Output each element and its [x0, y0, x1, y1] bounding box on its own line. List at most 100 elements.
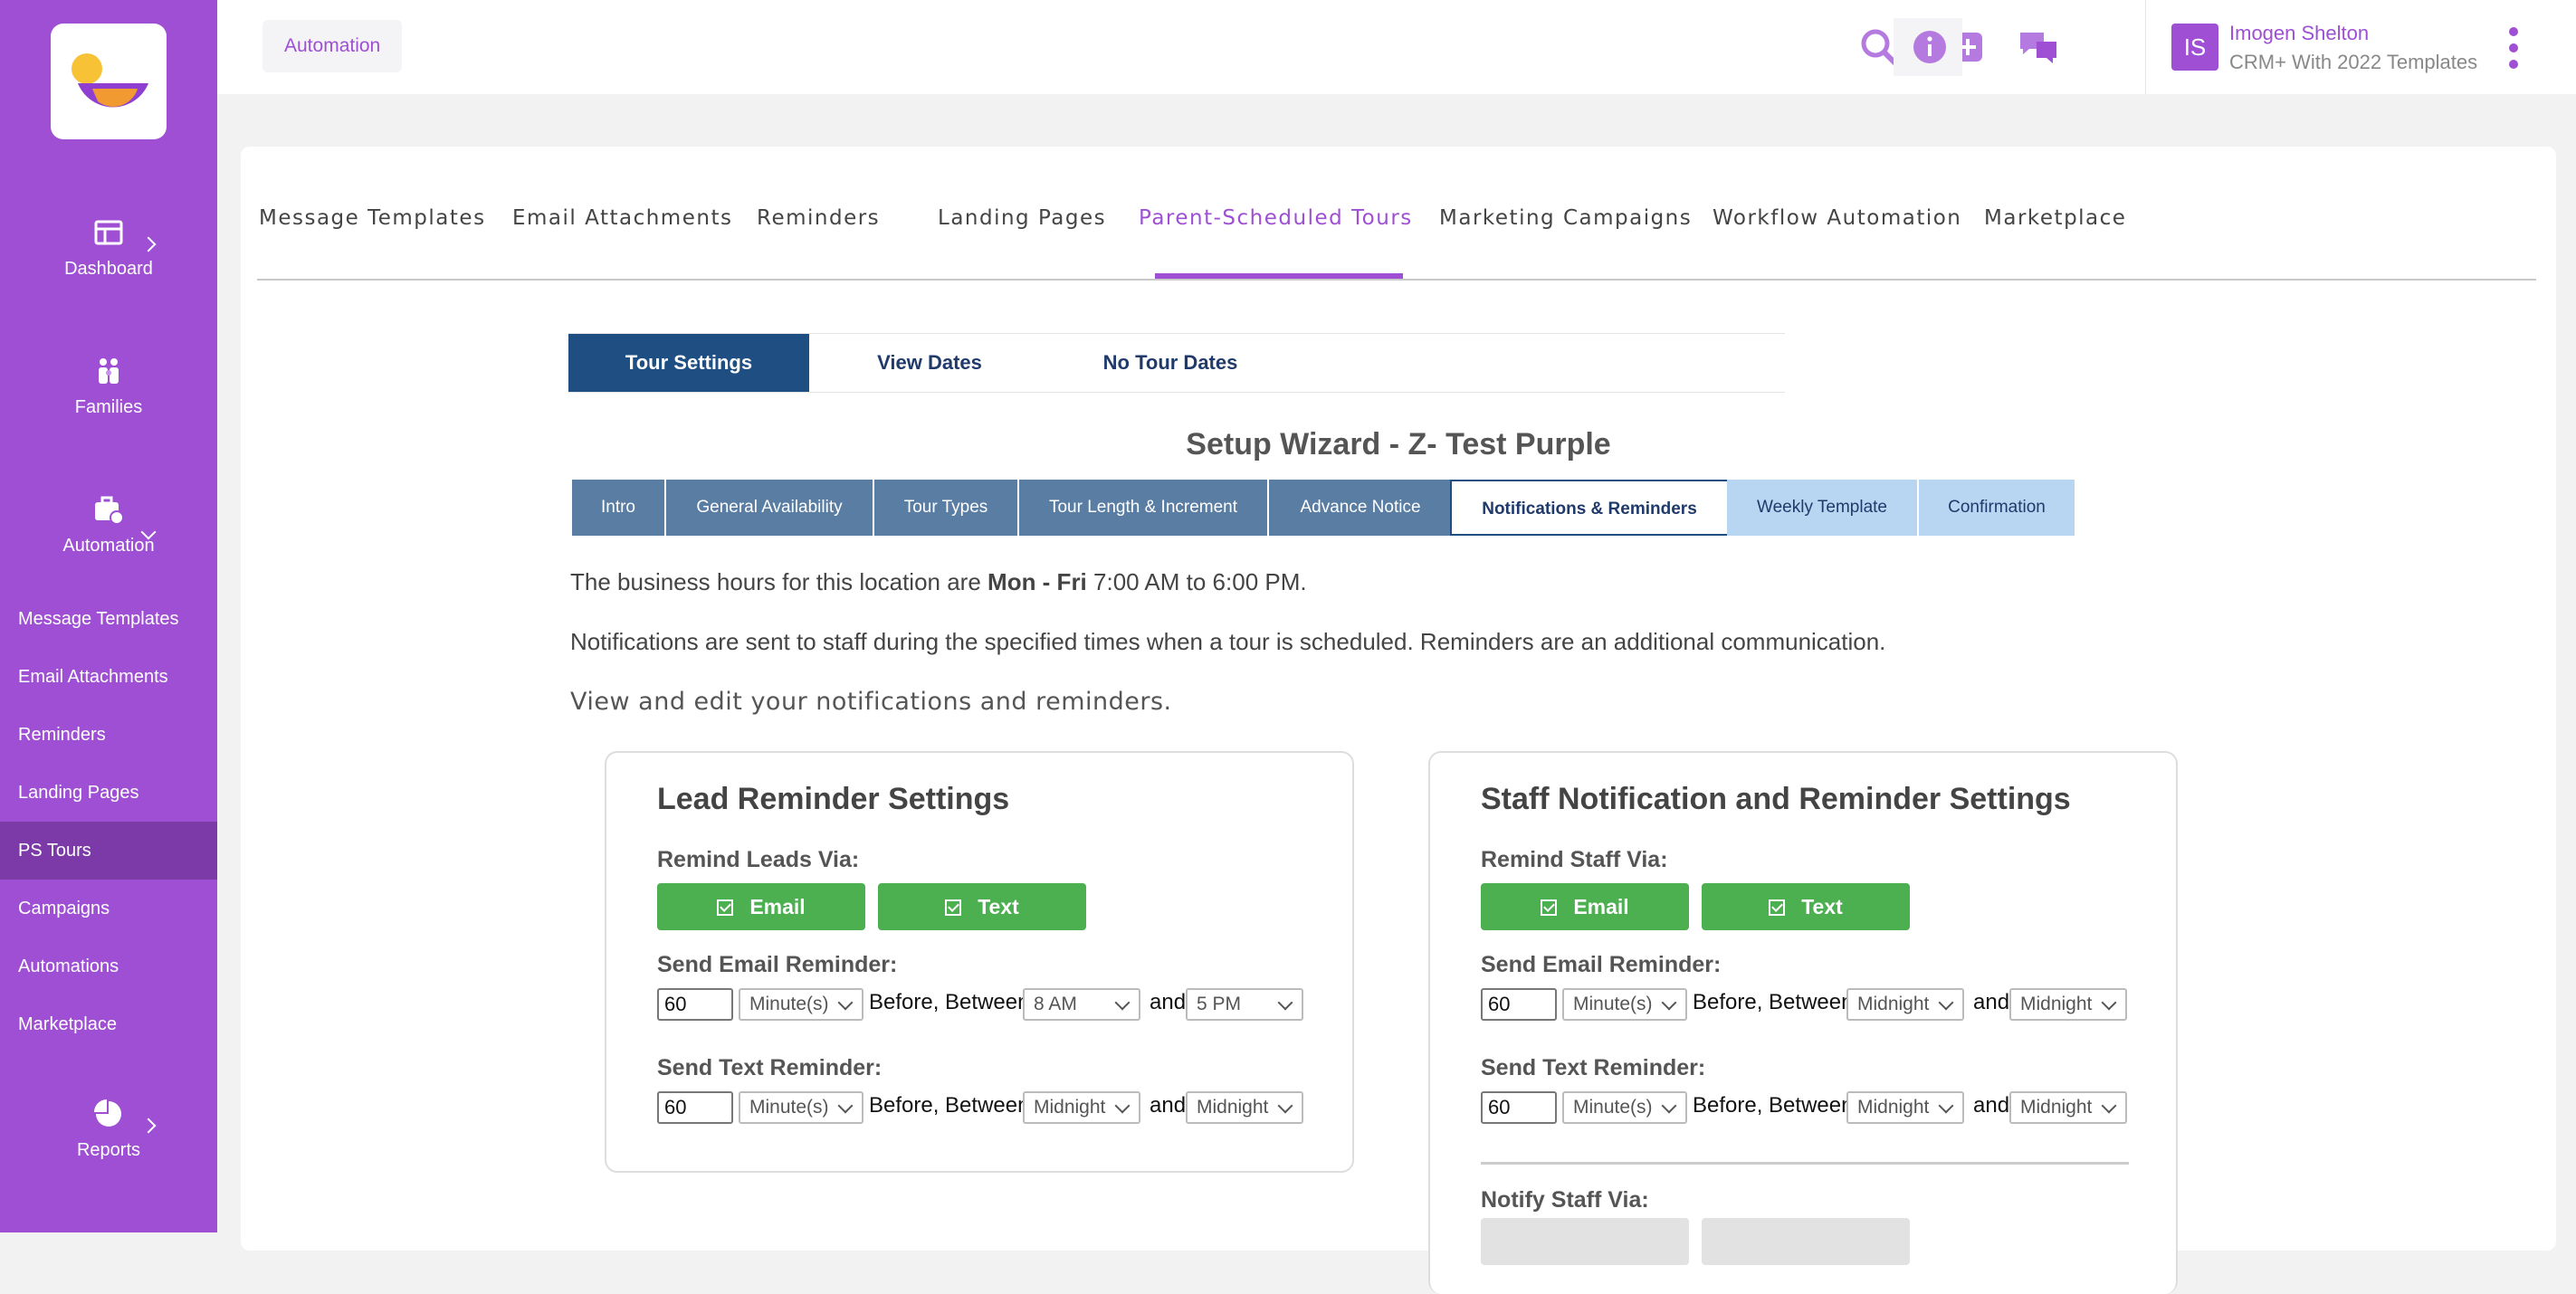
sidebar-item-families[interactable]: Families: [0, 356, 217, 418]
sidebar-item-label: Dashboard: [64, 259, 153, 279]
before-between-text: Before, Between: [1693, 1093, 1854, 1118]
subtab-no-tour-dates[interactable]: No Tour Dates: [1050, 334, 1291, 392]
notify-staff-label: Notify Staff Via:: [1481, 1187, 1649, 1213]
remind-staff-label: Remind Staff Via:: [1481, 847, 1668, 872]
step-notifications-reminders[interactable]: Notifications & Reminders: [1450, 480, 1729, 536]
wizard-title: Setup Wizard - Z- Test Purple: [1186, 427, 1611, 461]
lead-email-unit-select[interactable]: Minute(s): [739, 988, 863, 1021]
sidebar-sub-reminders[interactable]: Reminders: [0, 706, 217, 764]
remind-leads-label: Remind Leads Via:: [657, 847, 860, 872]
divider: [1481, 1162, 2129, 1165]
step-intro[interactable]: Intro: [572, 480, 666, 536]
email-reminder-label: Send Email Reminder:: [657, 952, 898, 977]
lead-text-to-select[interactable]: Midnight: [1186, 1091, 1303, 1124]
sidebar-item-label: Families: [74, 397, 143, 417]
staff-reminder-panel: Staff Notification and Reminder Settings…: [1428, 751, 2178, 1294]
checkbox-icon: [1769, 899, 1786, 916]
sidebar-sub-campaigns[interactable]: Campaigns: [0, 880, 217, 937]
app-logo[interactable]: [51, 24, 167, 139]
staff-email-toggle[interactable]: Email: [1481, 883, 1689, 930]
staff-email-to-select[interactable]: Midnight: [2009, 988, 2127, 1021]
subtab-tour-settings[interactable]: Tour Settings: [568, 334, 809, 392]
tab-parent-scheduled-tours[interactable]: Parent-Scheduled Tours: [1139, 206, 1413, 230]
tab-marketplace[interactable]: Marketplace: [1984, 206, 2126, 230]
intro-text: View and edit your notifications and rem…: [570, 688, 1172, 716]
lead-text-toggle[interactable]: Text: [878, 883, 1086, 930]
lead-email-to-select[interactable]: 5 PM: [1186, 988, 1303, 1021]
staff-email-amount-input[interactable]: 60: [1481, 988, 1557, 1021]
lead-text-amount-input[interactable]: 60: [657, 1091, 733, 1124]
step-confirmation[interactable]: Confirmation: [1919, 480, 2076, 536]
chat-icon[interactable]: [2017, 25, 2060, 69]
reports-icon: [94, 1099, 121, 1127]
notify-email-toggle[interactable]: [1481, 1218, 1689, 1265]
info-icon: [1913, 31, 1946, 63]
sidebar-item-label: Automation: [62, 536, 155, 556]
logo-icon: [72, 53, 148, 108]
main-card: Message Templates Email Attachments Remi…: [241, 147, 2556, 1294]
sidebar: Dashboard Families Automation Message Te…: [0, 0, 217, 1232]
active-tab-indicator: [1155, 273, 1403, 279]
step-advance-notice[interactable]: Advance Notice: [1269, 480, 1454, 536]
sidebar-item-reports[interactable]: Reports: [0, 1099, 217, 1161]
tab-landing-pages[interactable]: Landing Pages: [938, 206, 1106, 230]
text-reminder-label: Send Text Reminder:: [1481, 1055, 1706, 1080]
notify-text-toggle[interactable]: [1702, 1218, 1910, 1265]
sidebar-item-automation[interactable]: Automation: [0, 494, 217, 557]
panel-title: Staff Notification and Reminder Settings: [1481, 782, 2071, 816]
info-button[interactable]: [1894, 18, 1962, 76]
tab-bar: Message Templates Email Attachments Remi…: [257, 147, 2536, 281]
notice-text: Notifications are sent to staff during t…: [570, 628, 1886, 655]
breadcrumb[interactable]: Automation: [262, 20, 403, 72]
step-tour-length[interactable]: Tour Length & Increment: [1019, 480, 1269, 536]
sub-tab-bar: Tour Settings View Dates No Tour Dates: [568, 333, 1785, 393]
sidebar-sub-ps-tours[interactable]: PS Tours: [0, 822, 217, 880]
sidebar-sub-email-attachments[interactable]: Email Attachments: [0, 648, 217, 706]
sidebar-item-label: Reports: [76, 1140, 141, 1160]
lead-reminder-panel: Lead Reminder Settings Remind Leads Via:…: [605, 751, 1354, 1173]
step-general-availability[interactable]: General Availability: [666, 480, 874, 536]
more-options-icon[interactable]: [2507, 27, 2520, 69]
tab-workflow-automation[interactable]: Workflow Automation: [1713, 206, 1961, 230]
email-reminder-label: Send Email Reminder:: [1481, 952, 1722, 977]
user-org: CRM+ With 2022 Templates: [2229, 51, 2478, 73]
staff-text-unit-select[interactable]: Minute(s): [1562, 1091, 1687, 1124]
user-name: Imogen Shelton: [2229, 22, 2370, 44]
sidebar-sub-automations[interactable]: Automations: [0, 937, 217, 995]
checkbox-icon: [1541, 899, 1558, 916]
step-weekly-template[interactable]: Weekly Template: [1727, 480, 1919, 536]
staff-text-toggle[interactable]: Text: [1702, 883, 1910, 930]
and-text: and: [1150, 990, 1187, 1014]
staff-email-from-select[interactable]: Midnight: [1846, 988, 1964, 1021]
chevron-right-icon: [140, 1118, 157, 1134]
families-icon: [99, 358, 119, 384]
checkbox-icon: [717, 899, 734, 916]
lead-email-toggle[interactable]: Email: [657, 883, 865, 930]
step-tour-types[interactable]: Tour Types: [874, 480, 1019, 536]
text-reminder-label: Send Text Reminder:: [657, 1055, 883, 1080]
and-text: and: [1150, 1093, 1187, 1118]
staff-email-unit-select[interactable]: Minute(s): [1562, 988, 1687, 1021]
and-text: and: [1973, 1093, 2010, 1118]
tab-message-templates[interactable]: Message Templates: [259, 206, 486, 230]
tab-reminders[interactable]: Reminders: [757, 206, 880, 230]
tab-marketing-campaigns[interactable]: Marketing Campaigns: [1439, 206, 1692, 230]
lead-email-from-select[interactable]: 8 AM: [1023, 988, 1140, 1021]
subtab-view-dates[interactable]: View Dates: [809, 334, 1050, 392]
lead-text-unit-select[interactable]: Minute(s): [739, 1091, 863, 1124]
panel-title: Lead Reminder Settings: [657, 782, 1010, 816]
sidebar-sub-message-templates[interactable]: Message Templates: [0, 590, 217, 648]
staff-text-from-select[interactable]: Midnight: [1846, 1091, 1964, 1124]
before-between-text: Before, Between: [869, 990, 1030, 1014]
sidebar-item-dashboard[interactable]: Dashboard: [0, 217, 217, 280]
sidebar-sub-landing-pages[interactable]: Landing Pages: [0, 764, 217, 822]
avatar: IS: [2171, 24, 2218, 71]
staff-text-amount-input[interactable]: 60: [1481, 1091, 1557, 1124]
lead-email-amount-input[interactable]: 60: [657, 988, 733, 1021]
staff-text-to-select[interactable]: Midnight: [2009, 1091, 2127, 1124]
lead-text-from-select[interactable]: Midnight: [1023, 1091, 1140, 1124]
top-bar: Automation IS Imogen Shelton CRM+ With 2…: [217, 0, 2576, 94]
tab-email-attachments[interactable]: Email Attachments: [512, 206, 732, 230]
sidebar-sub-marketplace[interactable]: Marketplace: [0, 995, 217, 1053]
checkbox-icon: [945, 899, 962, 916]
